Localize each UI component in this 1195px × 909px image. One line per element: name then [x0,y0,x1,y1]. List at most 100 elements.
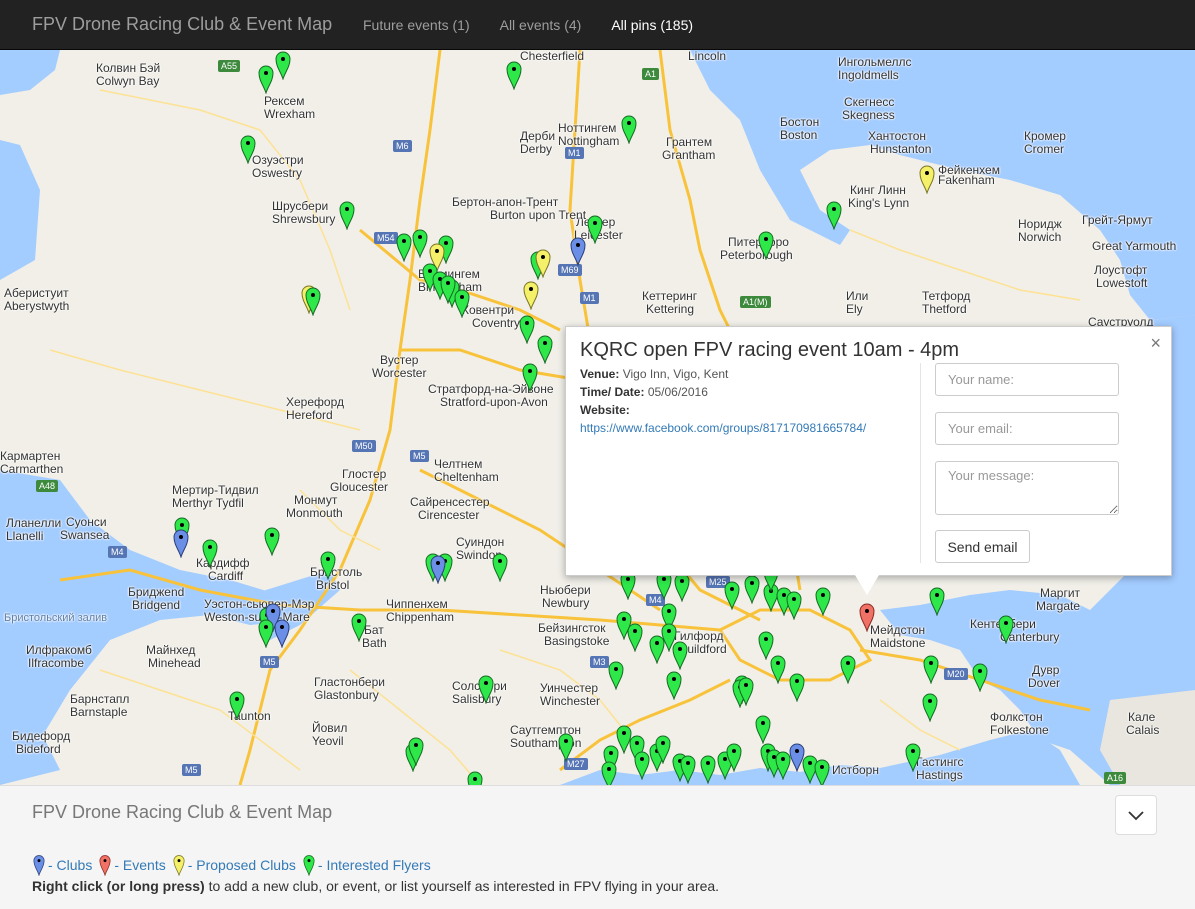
map-marker-icon [537,335,553,364]
interested-flyer-pin[interactable] [789,672,805,702]
interested-flyer-pin[interactable] [815,586,831,616]
close-icon[interactable]: × [1150,333,1161,354]
map-marker-icon [506,61,522,90]
map-marker-icon [649,635,665,664]
map-marker-icon [275,51,291,80]
interested-flyer-pin[interactable] [202,538,218,568]
club-pin[interactable] [570,236,586,266]
interested-flyer-pin[interactable] [744,574,760,604]
map-marker-icon [919,165,935,194]
place-label: Рексем [264,94,305,108]
website-link[interactable]: https://www.facebook.com/groups/81717098… [580,421,866,435]
road-shield: A16 [1104,772,1127,784]
interested-flyer-pin[interactable] [680,754,696,784]
email-field[interactable] [935,412,1119,445]
collapse-toggle-button[interactable] [1115,795,1157,835]
interested-flyer-pin[interactable] [840,654,856,684]
interested-flyer-pin[interactable] [467,770,483,785]
place-label: Кинг Линн [850,183,906,197]
navbar-brand[interactable]: FPV Drone Racing Club & Event Map [32,14,332,35]
interested-flyer-pin[interactable] [923,654,939,684]
interested-flyer-pin[interactable] [674,572,690,602]
message-field[interactable] [935,461,1119,515]
map-marker-icon [535,249,551,278]
interested-flyer-pin[interactable] [672,640,688,670]
send-email-button[interactable]: Send email [935,530,1030,563]
place-label: Burton upon Trent [490,208,587,222]
event-info-window: × KQRC open FPV racing event 10am - 4pm … [565,326,1172,576]
interested-flyer-pin[interactable] [786,590,802,620]
map-marker-icon [789,673,805,702]
interested-flyer-pin[interactable] [522,362,538,392]
interested-flyer-pin[interactable] [758,230,774,260]
interested-flyer-pin[interactable] [537,334,553,364]
club-pin[interactable] [430,554,446,584]
interested-flyer-pin[interactable] [724,580,740,610]
interested-flyer-pin[interactable] [814,758,830,785]
place-label: Cromer [1024,142,1065,156]
interested-flyer-pin[interactable] [922,692,938,722]
interested-flyer-pin[interactable] [408,736,424,766]
event-pin[interactable] [859,602,875,632]
interested-flyer-pin[interactable] [655,734,671,764]
club-pin[interactable] [173,528,189,558]
interested-flyer-pin[interactable] [700,754,716,784]
nav-future-events[interactable]: Future events (1) [348,0,485,50]
map-marker-icon [744,575,760,604]
interested-flyer-pin[interactable] [440,274,456,304]
proposed-club-pin[interactable] [535,248,551,278]
interested-flyer-pin[interactable] [240,134,256,164]
interested-flyer-pin[interactable] [558,732,574,762]
interested-flyer-pin[interactable] [616,610,632,640]
interested-flyer-pin[interactable] [351,612,367,642]
interested-flyer-pin[interactable] [264,526,280,556]
interested-flyer-pin[interactable] [972,662,988,692]
interested-flyer-pin[interactable] [755,714,771,744]
place-label: Margate [1036,599,1081,613]
interested-flyer-pin[interactable] [634,750,650,780]
interested-flyer-pin[interactable] [275,50,291,80]
interested-flyer-pin[interactable] [738,676,754,706]
place-label: Суиндон [456,535,505,549]
interested-flyer-pin[interactable] [929,586,945,616]
interested-flyer-pin[interactable] [519,314,535,344]
interested-flyer-pin[interactable] [412,228,428,258]
interested-flyer-pin[interactable] [229,690,245,720]
interested-flyer-pin[interactable] [305,286,321,316]
interested-flyer-pin[interactable] [396,232,412,262]
interested-flyer-pin[interactable] [478,674,494,704]
map-marker-icon [905,743,921,772]
interested-flyer-pin[interactable] [320,550,336,580]
nav-all-events[interactable]: All events (4) [485,0,597,50]
interested-flyer-pin[interactable] [726,742,742,772]
map-marker-icon [724,581,740,610]
interested-flyer-pin[interactable] [601,760,617,785]
interested-flyer-pin[interactable] [649,634,665,664]
place-label: Монмут [294,493,338,507]
interested-flyer-pin[interactable] [826,200,842,230]
proposed-club-pin[interactable] [523,280,539,310]
club-pin[interactable] [274,618,290,648]
interested-flyer-pin[interactable] [608,660,624,690]
map-marker-icon [674,573,690,602]
interested-flyer-pin[interactable] [621,114,637,144]
place-label: Глостер [342,467,387,481]
name-field[interactable] [935,363,1119,396]
place-label: Лоустофт [1094,263,1148,277]
place-label: Minehead [148,656,201,670]
interested-flyer-pin[interactable] [905,742,921,772]
interested-flyer-pin[interactable] [666,670,682,700]
interested-flyer-pin[interactable] [492,552,508,582]
interested-flyer-pin[interactable] [258,618,274,648]
proposed-club-pin[interactable] [919,164,935,194]
interested-flyer-pin[interactable] [587,214,603,244]
interested-flyer-pin[interactable] [454,288,470,318]
nav-all-pins[interactable]: All pins (185) [596,0,708,50]
interested-flyer-pin[interactable] [339,200,355,230]
legend-events: - Events [114,857,166,873]
interested-flyer-pin[interactable] [770,654,786,684]
interested-flyer-pin[interactable] [258,64,274,94]
place-label: Илфракомб [26,643,92,657]
interested-flyer-pin[interactable] [506,60,522,90]
interested-flyer-pin[interactable] [998,614,1014,644]
